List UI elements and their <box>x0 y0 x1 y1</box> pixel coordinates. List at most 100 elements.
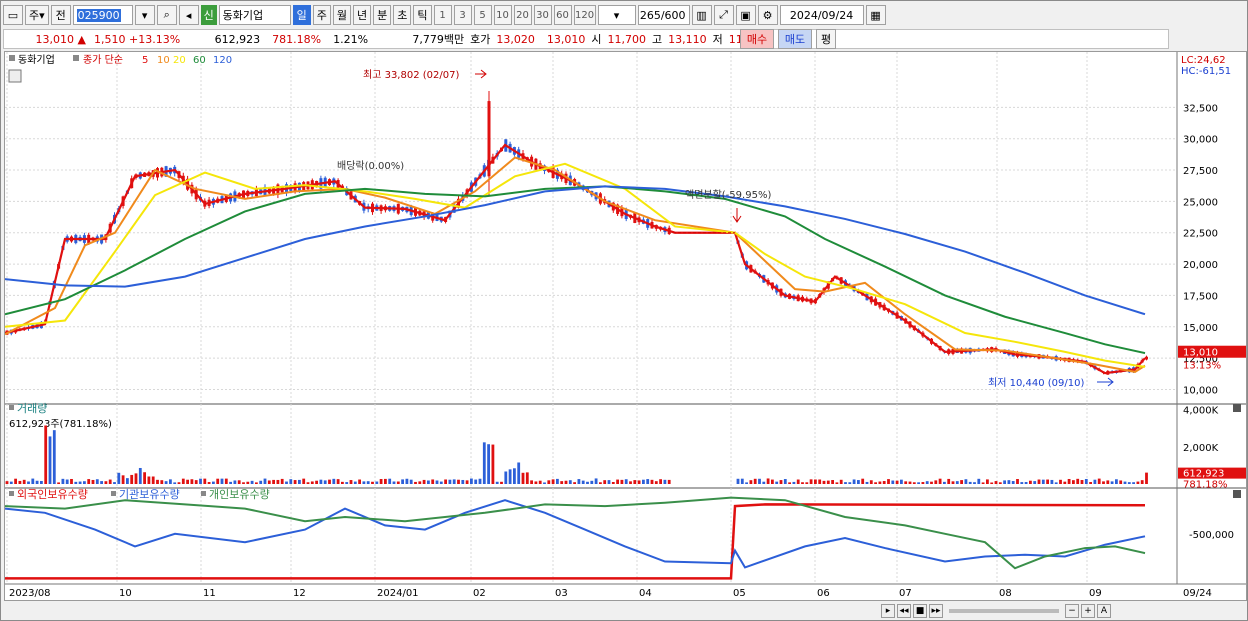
volume-bar <box>40 480 43 484</box>
up-arrow-icon: ▲ <box>77 32 86 46</box>
bar-count-input[interactable]: 265/600 <box>637 5 690 25</box>
zoom-out-icon[interactable]: − <box>1065 604 1079 618</box>
volume-bar <box>177 482 181 484</box>
change-pct: +13.13% <box>129 32 181 46</box>
holding-tick-label: -500,000 <box>1189 530 1234 541</box>
volume-bar <box>44 425 48 484</box>
volume-bar <box>319 479 323 484</box>
interval-20[interactable]: 20 <box>513 5 532 25</box>
interval-3[interactable]: 3 <box>453 5 472 25</box>
panel-close-icon <box>1233 490 1241 498</box>
volume-bar <box>874 482 877 484</box>
volume-bar <box>285 481 288 484</box>
volume-bar <box>977 478 981 484</box>
volume-bar <box>9 481 13 484</box>
gear-icon[interactable]: ⚙ <box>757 5 778 25</box>
volume-bar <box>431 479 435 484</box>
period-year[interactable]: 년 <box>353 5 372 25</box>
volume-bar <box>513 468 516 484</box>
scroll-track[interactable] <box>949 609 1059 613</box>
interval-60[interactable]: 60 <box>553 5 572 25</box>
hoga-label: 호가 <box>470 33 491 46</box>
interval-input[interactable]: ▾ <box>597 5 636 25</box>
lc-label: LC:24,62 <box>1181 55 1226 66</box>
volume-bar <box>87 479 91 484</box>
quote-ask: 13,020 <box>496 32 535 46</box>
stop-icon[interactable]: ■ <box>913 604 927 618</box>
volume-bar <box>947 478 951 484</box>
speaker-icon[interactable]: ◂ <box>178 5 199 25</box>
volume-bar <box>396 481 400 484</box>
calendar-icon[interactable]: ▦ <box>865 5 886 25</box>
volume-bar <box>35 480 39 484</box>
volume-bar <box>190 479 194 484</box>
volume-bar <box>130 474 134 484</box>
volume-bar <box>91 479 95 484</box>
volume-bar <box>538 480 542 484</box>
volume-bar <box>194 480 198 484</box>
period-day[interactable]: 일 <box>292 5 311 25</box>
period-month[interactable]: 월 <box>332 5 352 25</box>
date-input[interactable]: 2024/09/24 <box>779 5 864 25</box>
volume-bar <box>788 482 791 484</box>
volume-bar <box>310 481 314 484</box>
volume-bar <box>452 479 456 484</box>
volume-bar <box>405 478 409 484</box>
volume-bar <box>160 480 164 484</box>
last-price-label: 13,010 <box>1183 348 1218 359</box>
volume-bar <box>1050 479 1054 484</box>
volume-bar <box>457 479 460 484</box>
legend-ma-120: 120 <box>213 55 232 66</box>
xaxis-label: 10 <box>119 588 132 599</box>
window-icon[interactable]: ▭ <box>3 5 23 25</box>
period-tick[interactable]: 틱 <box>413 5 432 25</box>
forward-icon[interactable]: ▸▸ <box>929 604 943 618</box>
prev-button[interactable]: 전 <box>50 5 71 25</box>
volume-bar <box>302 478 306 484</box>
save-icon[interactable]: ▣ <box>735 5 756 25</box>
interval-10[interactable]: 10 <box>493 5 512 25</box>
period-second[interactable]: 초 <box>393 5 412 25</box>
eval-button[interactable]: 평 <box>816 29 836 49</box>
zoom-in-icon[interactable]: + <box>1081 604 1095 618</box>
scroll-right-icon[interactable]: ▸ <box>881 604 895 618</box>
stock-name-field[interactable]: 동화기업 <box>218 5 291 25</box>
volume-bar <box>895 480 899 484</box>
volume-bar <box>500 481 503 484</box>
period-minute[interactable]: 분 <box>373 5 392 25</box>
period-week[interactable]: 주 <box>312 5 331 25</box>
volume-bar <box>328 479 331 484</box>
volume-bar <box>624 479 628 484</box>
search-icon[interactable]: ⌕ <box>156 5 177 25</box>
volume-bar <box>990 482 994 484</box>
volume-bar <box>1067 478 1071 484</box>
volume-bar <box>181 478 185 484</box>
volume-bar <box>891 480 895 484</box>
volume-bar <box>938 478 942 484</box>
stock-code-input[interactable]: 025900 <box>72 5 133 25</box>
panel-close-icon <box>1233 404 1241 412</box>
legend-marker <box>201 491 206 496</box>
price-tick-label: 20,000 <box>1183 260 1218 271</box>
period-select[interactable]: 주 ▾ <box>25 5 49 25</box>
code-dropdown-icon[interactable]: ▾ <box>134 5 155 25</box>
buy-button[interactable]: 매수 <box>740 29 774 49</box>
font-icon[interactable]: A <box>1097 604 1111 618</box>
volume-bar <box>543 482 546 484</box>
volume-bar <box>229 481 232 484</box>
interval-120[interactable]: 120 <box>573 5 596 25</box>
volume-bar <box>121 475 125 484</box>
volume-bar <box>921 482 925 484</box>
rewind-icon[interactable]: ◂◂ <box>897 604 911 618</box>
interval-30[interactable]: 30 <box>533 5 552 25</box>
chart-type-icon[interactable]: ▥ <box>691 5 712 25</box>
volume-bar <box>904 481 908 484</box>
indicator-icon[interactable]: ⤢ <box>713 5 734 25</box>
legend-marker <box>73 55 79 61</box>
interval-1[interactable]: 1 <box>433 5 452 25</box>
interval-5[interactable]: 5 <box>473 5 492 25</box>
holding-legend-0: 외국인보유수량 <box>17 488 88 501</box>
chart-area[interactable]: 32,500 30,000 27,500 25,000 22,500 20,000 17,5… <box>4 51 1248 601</box>
volume-bar <box>637 480 641 484</box>
sell-button[interactable]: 매도 <box>778 29 812 49</box>
